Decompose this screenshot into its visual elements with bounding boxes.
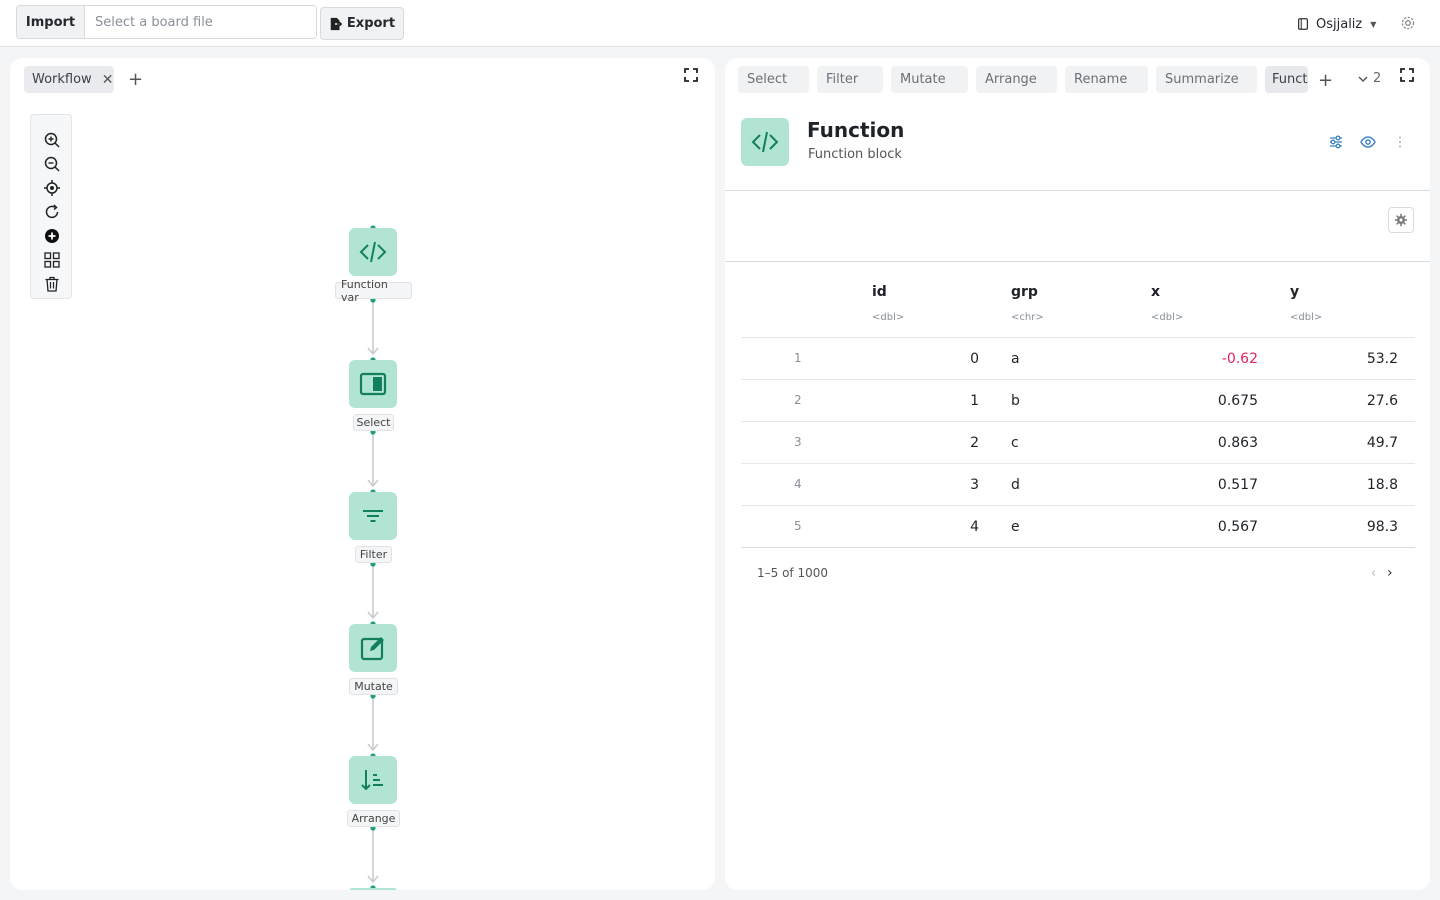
node-label: Filter bbox=[355, 546, 392, 563]
node-mutate[interactable] bbox=[349, 624, 397, 672]
block-tabs: Select Filter Mutate Arrange Rename Summ… bbox=[738, 66, 1308, 93]
export-icon bbox=[330, 17, 343, 30]
cell-x: 0.675 bbox=[1217, 393, 1258, 409]
chevron-down-icon bbox=[1358, 76, 1368, 82]
column-header-id[interactable]: id bbox=[872, 284, 887, 300]
column-type: <chr> bbox=[1011, 312, 1044, 323]
gear-icon[interactable] bbox=[1400, 15, 1416, 31]
pagination-info: 1–5 of 1000 bbox=[757, 566, 829, 580]
block-icon bbox=[741, 118, 789, 166]
cell-id: 2 bbox=[970, 435, 979, 451]
row-number: 1 bbox=[794, 351, 802, 365]
column-type: <dbl> bbox=[872, 312, 905, 323]
cell-id: 3 bbox=[970, 477, 979, 493]
node-label: Mutate bbox=[349, 678, 398, 695]
fullscreen-icon[interactable] bbox=[1400, 68, 1414, 82]
column-header-x[interactable]: x bbox=[1151, 284, 1160, 300]
node-filter[interactable] bbox=[349, 492, 397, 540]
tab-mutate[interactable]: Mutate bbox=[891, 66, 968, 93]
cell-grp: a bbox=[1011, 351, 1020, 367]
column-header-grp[interactable]: grp bbox=[1011, 284, 1038, 300]
cell-x: -0.62 bbox=[1221, 351, 1258, 367]
block-settings-button[interactable] bbox=[1388, 207, 1414, 233]
table-row: 4 3 d 0.517 18.8 bbox=[741, 463, 1415, 505]
more-tabs-dropdown[interactable]: 2 bbox=[1357, 71, 1381, 86]
tab-filter[interactable]: Filter bbox=[817, 66, 883, 93]
column-type: <dbl> bbox=[1151, 312, 1184, 323]
import-button[interactable]: Import bbox=[17, 6, 85, 38]
edit-icon bbox=[360, 637, 384, 661]
eye-icon[interactable] bbox=[1360, 134, 1376, 150]
cell-x: 0.517 bbox=[1217, 477, 1258, 493]
cell-y: 27.6 bbox=[1366, 393, 1398, 409]
more-vertical-icon[interactable] bbox=[1392, 134, 1408, 150]
block-detail-panel: Select Filter Mutate Arrange Rename Summ… bbox=[725, 58, 1430, 890]
node-label: Arrange bbox=[347, 810, 400, 827]
sort-icon bbox=[361, 770, 383, 791]
cell-id: 1 bbox=[970, 393, 979, 409]
table-bottom-border bbox=[741, 547, 1415, 548]
cell-grp: d bbox=[1011, 477, 1020, 493]
table-row: 3 2 c 0.863 49.7 bbox=[741, 421, 1415, 463]
tab-rename[interactable]: Rename bbox=[1065, 66, 1148, 93]
cell-y: 98.3 bbox=[1366, 519, 1398, 535]
import-group: Import Select a board file bbox=[16, 5, 317, 39]
cell-grp: c bbox=[1011, 435, 1019, 451]
tab-function[interactable]: Functi bbox=[1265, 66, 1308, 93]
table-row: 5 4 e 0.567 98.3 bbox=[741, 505, 1415, 547]
more-tabs-count: 2 bbox=[1373, 71, 1382, 86]
table-row: 1 0 a -0.62 53.2 bbox=[741, 337, 1415, 379]
node-function-var[interactable] bbox=[349, 228, 397, 276]
top-bar: Import Select a board file Export Osjjal… bbox=[0, 0, 1440, 47]
user-name: Osjjaliz bbox=[1316, 16, 1363, 32]
code-icon bbox=[751, 131, 779, 153]
node-label: Select bbox=[353, 414, 394, 431]
row-number: 3 bbox=[794, 435, 802, 449]
cell-grp: e bbox=[1011, 519, 1020, 535]
chevron-left-icon[interactable]: ‹ bbox=[1371, 566, 1376, 581]
cell-y: 49.7 bbox=[1366, 435, 1398, 451]
cell-x: 0.567 bbox=[1217, 519, 1258, 535]
export-label: Export bbox=[346, 16, 396, 31]
board-file-input[interactable]: Select a board file bbox=[85, 6, 316, 38]
cell-x: 0.863 bbox=[1217, 435, 1258, 451]
cell-grp: b bbox=[1011, 393, 1020, 409]
code-icon bbox=[359, 241, 387, 263]
tab-summarize[interactable]: Summarize bbox=[1156, 66, 1257, 93]
tab-select[interactable]: Select bbox=[738, 66, 809, 93]
column-type: <dbl> bbox=[1290, 312, 1323, 323]
header-divider bbox=[725, 190, 1430, 191]
user-doc-icon bbox=[1298, 18, 1308, 30]
cell-id: 0 bbox=[970, 351, 979, 367]
row-number: 4 bbox=[794, 477, 802, 491]
block-subtitle: Function block bbox=[808, 147, 902, 162]
filter-icon bbox=[363, 510, 383, 522]
row-number: 5 bbox=[794, 519, 802, 533]
select-columns-icon bbox=[359, 372, 387, 396]
node-label: Function var bbox=[335, 278, 412, 304]
export-button[interactable]: Export bbox=[320, 7, 404, 40]
cell-y: 53.2 bbox=[1366, 351, 1398, 367]
column-header-y[interactable]: y bbox=[1290, 284, 1299, 300]
node-select[interactable] bbox=[349, 360, 397, 408]
tab-arrange[interactable]: Arrange bbox=[976, 66, 1057, 93]
chevron-right-icon[interactable]: › bbox=[1387, 565, 1393, 581]
sliders-icon[interactable] bbox=[1328, 134, 1344, 150]
add-block-tab-button[interactable]: + bbox=[1318, 70, 1333, 91]
chevron-down-icon: ▼ bbox=[1370, 19, 1377, 29]
user-menu[interactable]: Osjjaliz ▼ bbox=[1296, 14, 1376, 34]
workspace-panel: Workflow ✕ + Function var Select Filter … bbox=[10, 58, 715, 890]
row-number: 2 bbox=[794, 393, 802, 407]
cell-y: 18.8 bbox=[1366, 477, 1398, 493]
block-title: Function bbox=[807, 118, 905, 142]
controls-divider bbox=[725, 261, 1430, 262]
gear-icon bbox=[1394, 213, 1408, 227]
cell-id: 4 bbox=[970, 519, 979, 535]
table-row: 2 1 b 0.675 27.6 bbox=[741, 379, 1415, 421]
node-arrange[interactable] bbox=[349, 756, 397, 804]
